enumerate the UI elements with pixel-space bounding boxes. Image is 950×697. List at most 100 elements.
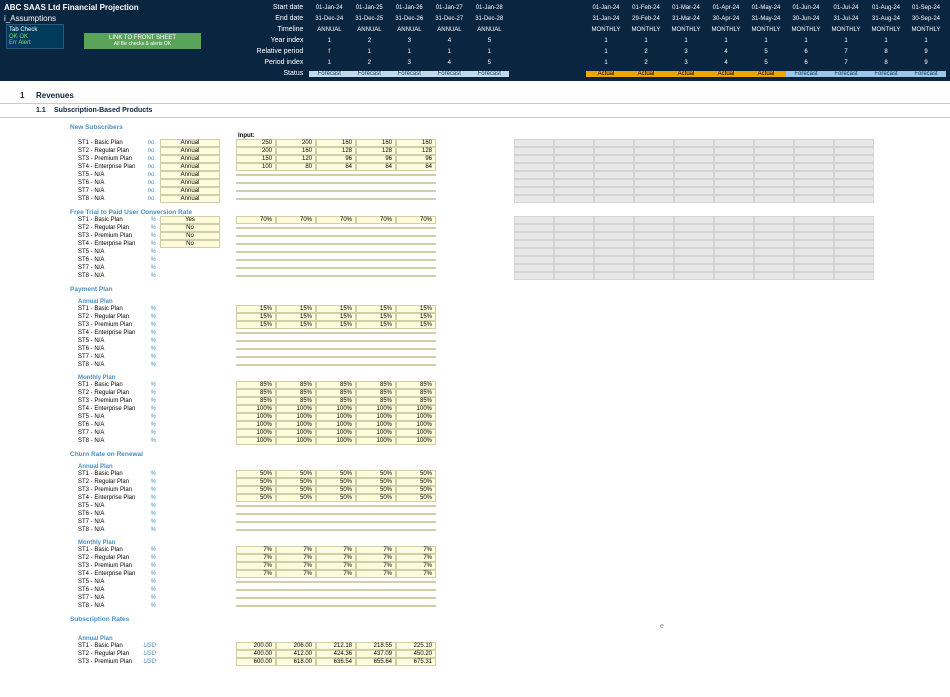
data-cell[interactable]: 15% — [236, 313, 276, 321]
month-empty-cell[interactable] — [634, 240, 674, 248]
data-cell[interactable] — [276, 521, 316, 523]
month-empty-cell[interactable] — [834, 163, 874, 171]
data-cell[interactable] — [356, 259, 396, 261]
month-empty-cell[interactable] — [754, 155, 794, 163]
data-cell[interactable] — [396, 174, 436, 176]
data-cell[interactable]: 64 — [396, 163, 436, 171]
data-cell[interactable]: 128 — [396, 147, 436, 155]
data-cell[interactable] — [316, 243, 356, 245]
month-empty-cell[interactable] — [754, 232, 794, 240]
data-cell[interactable] — [316, 505, 356, 507]
data-cell[interactable] — [396, 605, 436, 607]
data-cell[interactable] — [316, 513, 356, 515]
freq-cell[interactable]: Annual — [160, 195, 220, 203]
data-cell[interactable] — [236, 198, 276, 200]
data-cell[interactable]: 412.00 — [276, 650, 316, 658]
data-cell[interactable] — [276, 597, 316, 599]
month-empty-cell[interactable] — [554, 248, 594, 256]
data-cell[interactable]: 85% — [396, 381, 436, 389]
data-cell[interactable] — [396, 364, 436, 366]
freq-cell[interactable]: No — [160, 240, 220, 248]
data-cell[interactable]: 85% — [276, 397, 316, 405]
month-empty-cell[interactable] — [634, 179, 674, 187]
data-cell[interactable] — [356, 581, 396, 583]
data-cell[interactable]: 160 — [276, 147, 316, 155]
month-empty-cell[interactable] — [634, 224, 674, 232]
data-cell[interactable]: 50% — [236, 486, 276, 494]
data-cell[interactable] — [316, 348, 356, 350]
month-empty-cell[interactable] — [754, 147, 794, 155]
month-empty-cell[interactable] — [634, 248, 674, 256]
data-cell[interactable] — [356, 227, 396, 229]
data-cell[interactable] — [396, 529, 436, 531]
month-empty-cell[interactable] — [594, 264, 634, 272]
data-cell[interactable] — [276, 243, 316, 245]
data-cell[interactable]: 100% — [276, 405, 316, 413]
month-empty-cell[interactable] — [554, 179, 594, 187]
data-cell[interactable]: 85% — [236, 381, 276, 389]
data-cell[interactable]: 7% — [276, 546, 316, 554]
data-cell[interactable]: 7% — [316, 554, 356, 562]
data-cell[interactable] — [236, 259, 276, 261]
data-cell[interactable]: 85% — [316, 389, 356, 397]
month-empty-cell[interactable] — [514, 256, 554, 264]
month-empty-cell[interactable] — [554, 171, 594, 179]
month-empty-cell[interactable] — [594, 272, 634, 280]
data-cell[interactable] — [236, 364, 276, 366]
month-empty-cell[interactable] — [794, 139, 834, 147]
data-cell[interactable] — [316, 275, 356, 277]
data-cell[interactable]: 15% — [356, 313, 396, 321]
month-empty-cell[interactable] — [554, 272, 594, 280]
month-empty-cell[interactable] — [714, 248, 754, 256]
data-cell[interactable]: 85% — [356, 389, 396, 397]
data-cell[interactable]: 15% — [276, 321, 316, 329]
month-empty-cell[interactable] — [794, 232, 834, 240]
data-cell[interactable] — [276, 513, 316, 515]
data-cell[interactable]: 200.00 — [236, 642, 276, 650]
month-empty-cell[interactable] — [674, 232, 714, 240]
data-cell[interactable]: 100% — [236, 437, 276, 445]
data-cell[interactable]: 100% — [396, 405, 436, 413]
data-cell[interactable]: 7% — [396, 570, 436, 578]
data-cell[interactable] — [316, 174, 356, 176]
month-empty-cell[interactable] — [514, 216, 554, 224]
data-cell[interactable] — [316, 605, 356, 607]
month-empty-cell[interactable] — [634, 155, 674, 163]
data-cell[interactable]: 100 — [236, 163, 276, 171]
data-cell[interactable]: 50% — [356, 494, 396, 502]
month-empty-cell[interactable] — [754, 171, 794, 179]
month-empty-cell[interactable] — [834, 187, 874, 195]
data-cell[interactable] — [276, 174, 316, 176]
month-empty-cell[interactable] — [674, 195, 714, 203]
month-empty-cell[interactable] — [594, 216, 634, 224]
data-cell[interactable] — [316, 251, 356, 253]
month-empty-cell[interactable] — [554, 224, 594, 232]
month-empty-cell[interactable] — [674, 224, 714, 232]
data-cell[interactable] — [316, 521, 356, 523]
data-cell[interactable] — [356, 589, 396, 591]
data-cell[interactable]: 100% — [396, 413, 436, 421]
month-empty-cell[interactable] — [594, 171, 634, 179]
data-cell[interactable]: 7% — [276, 570, 316, 578]
month-empty-cell[interactable] — [754, 216, 794, 224]
data-cell[interactable] — [236, 521, 276, 523]
data-cell[interactable] — [396, 348, 436, 350]
month-empty-cell[interactable] — [514, 187, 554, 195]
data-cell[interactable]: 206.00 — [276, 642, 316, 650]
month-empty-cell[interactable] — [754, 272, 794, 280]
month-empty-cell[interactable] — [754, 264, 794, 272]
data-cell[interactable]: 100% — [356, 413, 396, 421]
data-cell[interactable]: 100% — [396, 437, 436, 445]
data-cell[interactable] — [236, 227, 276, 229]
month-empty-cell[interactable] — [514, 147, 554, 155]
data-cell[interactable] — [316, 364, 356, 366]
month-empty-cell[interactable] — [674, 171, 714, 179]
data-cell[interactable]: 100% — [356, 405, 396, 413]
month-empty-cell[interactable] — [754, 139, 794, 147]
month-empty-cell[interactable] — [714, 147, 754, 155]
data-cell[interactable]: 212.18 — [316, 642, 356, 650]
data-cell[interactable]: 675.31 — [396, 658, 436, 666]
month-empty-cell[interactable] — [634, 187, 674, 195]
month-empty-cell[interactable] — [594, 224, 634, 232]
data-cell[interactable] — [276, 235, 316, 237]
